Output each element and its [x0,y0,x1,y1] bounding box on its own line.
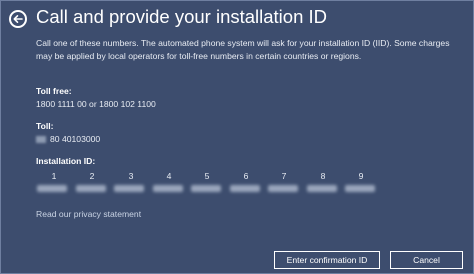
toll-number: 80 40103000 [50,134,101,144]
redacted-id-group [345,185,375,192]
group-number: 9 [358,171,364,181]
back-arrow-icon[interactable] [9,10,27,28]
redacted-id-group [268,185,298,192]
redacted-id-group [37,185,67,192]
group-number: 6 [243,171,249,181]
group-number: 1 [51,171,57,181]
group-number: 4 [166,171,172,181]
toll-label: Toll: [36,121,54,131]
privacy-statement-link[interactable]: Read our privacy statement [36,209,141,219]
toll-free-numbers: 1800 1111 00 or 1800 102 1100 [36,99,156,109]
redacted-id-group [307,185,337,192]
group-number: 5 [204,171,210,181]
group-number: 3 [128,171,134,181]
group-number: 7 [281,171,287,181]
enter-confirmation-id-button[interactable]: Enter confirmation ID [274,251,380,269]
installation-id-label: Installation ID: [36,156,96,166]
redacted-id-group [114,185,144,192]
toll-number-row: 80 40103000 [36,134,100,144]
redacted-id-group [153,185,183,192]
redacted-id-group [76,185,106,192]
instructions-text: Call one of these numbers. The automated… [36,38,450,61]
group-number: 2 [89,171,95,181]
redacted-id-group [230,185,260,192]
redacted-id-group [191,185,221,192]
redacted-prefix [36,136,46,144]
group-number: 8 [320,171,326,181]
page-title: Call and provide your installation ID [36,6,328,27]
activation-dialog: Call and provide your installation ID Ca… [0,0,474,274]
cancel-button[interactable]: Cancel [390,251,463,269]
toll-free-label: Toll free: [36,86,72,96]
